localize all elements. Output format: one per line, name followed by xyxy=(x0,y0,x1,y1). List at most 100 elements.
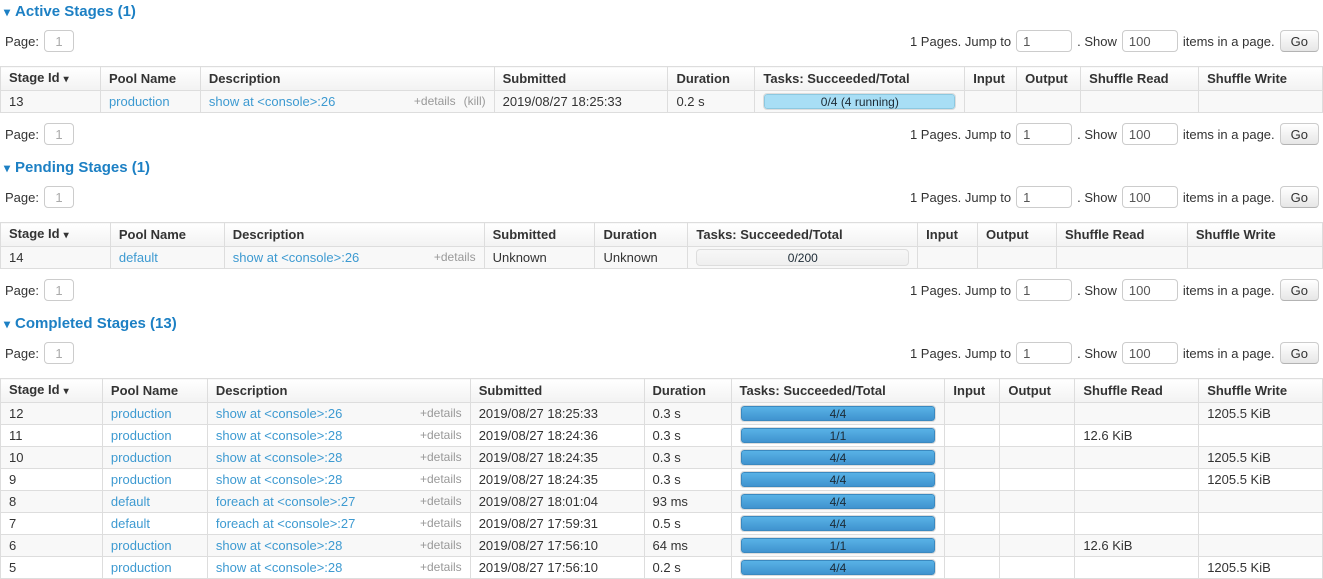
details-toggle[interactable]: +details xyxy=(420,494,462,509)
column-header-description[interactable]: Description xyxy=(224,223,484,247)
description-cell: show at <console>:26 +details xyxy=(207,403,470,425)
description-link[interactable]: show at <console>:26 xyxy=(233,250,359,265)
go-button[interactable]: Go xyxy=(1280,342,1319,364)
pool-name-link[interactable]: production xyxy=(111,428,172,443)
column-header-tasks-succeeded-total[interactable]: Tasks: Succeeded/Total xyxy=(731,379,945,403)
items-per-page-input[interactable] xyxy=(1122,186,1178,208)
details-toggle[interactable]: +details xyxy=(420,406,462,421)
pagination-bar: Page: 1 Pages. Jump to . Show items in a… xyxy=(3,279,1320,301)
details-toggle[interactable]: +details xyxy=(434,250,476,265)
column-header-tasks-succeeded-total[interactable]: Tasks: Succeeded/Total xyxy=(755,67,965,91)
stage-id-cell: 6 xyxy=(1,535,103,557)
section-title-completed[interactable]: ▾Completed Stages (13) xyxy=(4,315,1319,332)
submitted-cell: 2019/08/27 18:24:35 xyxy=(470,469,644,491)
section-title-pending[interactable]: ▾Pending Stages (1) xyxy=(4,159,1319,176)
stage-id-cell: 13 xyxy=(1,91,101,113)
column-header-submitted[interactable]: Submitted xyxy=(484,223,595,247)
description-link[interactable]: show at <console>:28 xyxy=(216,450,342,465)
column-header-input[interactable]: Input xyxy=(965,67,1017,91)
pool-name-link[interactable]: production xyxy=(109,94,170,109)
column-header-duration[interactable]: Duration xyxy=(644,379,731,403)
shuffle-write-cell: 1205.5 KiB xyxy=(1199,447,1323,469)
description-link[interactable]: show at <console>:26 xyxy=(209,94,335,109)
jump-to-page-input[interactable] xyxy=(1016,123,1072,145)
details-toggle[interactable]: +details xyxy=(420,450,462,465)
column-header-stage-id[interactable]: Stage Id▾ xyxy=(1,67,101,91)
column-header-duration[interactable]: Duration xyxy=(595,223,688,247)
stage-row: 5productionshow at <console>:28+details2… xyxy=(1,557,1323,579)
column-header-output[interactable]: Output xyxy=(978,223,1057,247)
column-header-shuffle-read[interactable]: Shuffle Read xyxy=(1075,379,1199,403)
page-number-input[interactable] xyxy=(44,30,74,52)
show-label: . Show xyxy=(1077,127,1117,142)
column-header-stage-id[interactable]: Stage Id▾ xyxy=(1,379,103,403)
go-button[interactable]: Go xyxy=(1280,30,1319,52)
items-per-page-input[interactable] xyxy=(1122,279,1178,301)
description-link[interactable]: show at <console>:28 xyxy=(216,428,342,443)
section-title-active[interactable]: ▾Active Stages (1) xyxy=(4,3,1319,20)
column-header-shuffle-write[interactable]: Shuffle Write xyxy=(1199,379,1323,403)
pool-name-link[interactable]: production xyxy=(111,560,172,575)
column-label: Shuffle Write xyxy=(1207,383,1287,398)
pool-name-link[interactable]: default xyxy=(119,250,158,265)
column-header-tasks-succeeded-total[interactable]: Tasks: Succeeded/Total xyxy=(688,223,918,247)
column-header-stage-id[interactable]: Stage Id▾ xyxy=(1,223,111,247)
column-header-description[interactable]: Description xyxy=(200,67,494,91)
details-toggle[interactable]: +details xyxy=(420,472,462,487)
column-header-shuffle-write[interactable]: Shuffle Write xyxy=(1199,67,1323,91)
input-cell xyxy=(918,247,978,269)
column-header-input[interactable]: Input xyxy=(918,223,978,247)
column-header-submitted[interactable]: Submitted xyxy=(494,67,668,91)
details-toggle[interactable]: +details xyxy=(414,94,456,109)
pool-name-link[interactable]: default xyxy=(111,494,150,509)
jump-to-page-input[interactable] xyxy=(1016,186,1072,208)
column-header-shuffle-read[interactable]: Shuffle Read xyxy=(1056,223,1187,247)
kill-link[interactable]: (kill) xyxy=(464,94,486,109)
pool-name-link[interactable]: production xyxy=(111,406,172,421)
jump-to-page-input[interactable] xyxy=(1016,30,1072,52)
description-link[interactable]: show at <console>:28 xyxy=(216,538,342,553)
pool-name-link[interactable]: production xyxy=(111,538,172,553)
go-button[interactable]: Go xyxy=(1280,186,1319,208)
description-link[interactable]: show at <console>:28 xyxy=(216,560,342,575)
items-per-page-input[interactable] xyxy=(1122,342,1178,364)
description-link[interactable]: foreach at <console>:27 xyxy=(216,494,356,509)
page-number-input[interactable] xyxy=(44,186,74,208)
details-toggle[interactable]: +details xyxy=(420,538,462,553)
description-link[interactable]: show at <console>:26 xyxy=(216,406,342,421)
output-cell xyxy=(1000,425,1075,447)
items-per-page-input[interactable] xyxy=(1122,30,1178,52)
go-button[interactable]: Go xyxy=(1280,123,1319,145)
column-header-pool-name[interactable]: Pool Name xyxy=(102,379,207,403)
column-header-duration[interactable]: Duration xyxy=(668,67,755,91)
pool-name-link[interactable]: default xyxy=(111,516,150,531)
items-per-page-input[interactable] xyxy=(1122,123,1178,145)
column-header-description[interactable]: Description xyxy=(207,379,470,403)
details-toggle[interactable]: +details xyxy=(420,516,462,531)
column-header-pool-name[interactable]: Pool Name xyxy=(100,67,200,91)
pool-name-link[interactable]: production xyxy=(111,472,172,487)
description-link[interactable]: show at <console>:28 xyxy=(216,472,342,487)
description-link[interactable]: foreach at <console>:27 xyxy=(216,516,356,531)
jump-to-page-input[interactable] xyxy=(1016,342,1072,364)
submitted-cell: Unknown xyxy=(484,247,595,269)
page-number-input[interactable] xyxy=(44,123,74,145)
tasks-progress-cell: 4/4 xyxy=(731,469,945,491)
column-header-output[interactable]: Output xyxy=(1017,67,1081,91)
jump-to-page-input[interactable] xyxy=(1016,279,1072,301)
page-number-input[interactable] xyxy=(44,279,74,301)
column-label: Pool Name xyxy=(109,71,176,86)
pool-name-link[interactable]: production xyxy=(111,450,172,465)
column-header-input[interactable]: Input xyxy=(945,379,1000,403)
column-header-submitted[interactable]: Submitted xyxy=(470,379,644,403)
column-header-shuffle-write[interactable]: Shuffle Write xyxy=(1187,223,1322,247)
column-header-output[interactable]: Output xyxy=(1000,379,1075,403)
page-number-input[interactable] xyxy=(44,342,74,364)
go-button[interactable]: Go xyxy=(1280,279,1319,301)
pool-name-cell: production xyxy=(102,403,207,425)
details-toggle[interactable]: +details xyxy=(420,428,462,443)
column-header-pool-name[interactable]: Pool Name xyxy=(110,223,224,247)
details-toggle[interactable]: +details xyxy=(420,560,462,575)
column-header-shuffle-read[interactable]: Shuffle Read xyxy=(1081,67,1199,91)
tasks-progress-cell: 4/4 xyxy=(731,557,945,579)
